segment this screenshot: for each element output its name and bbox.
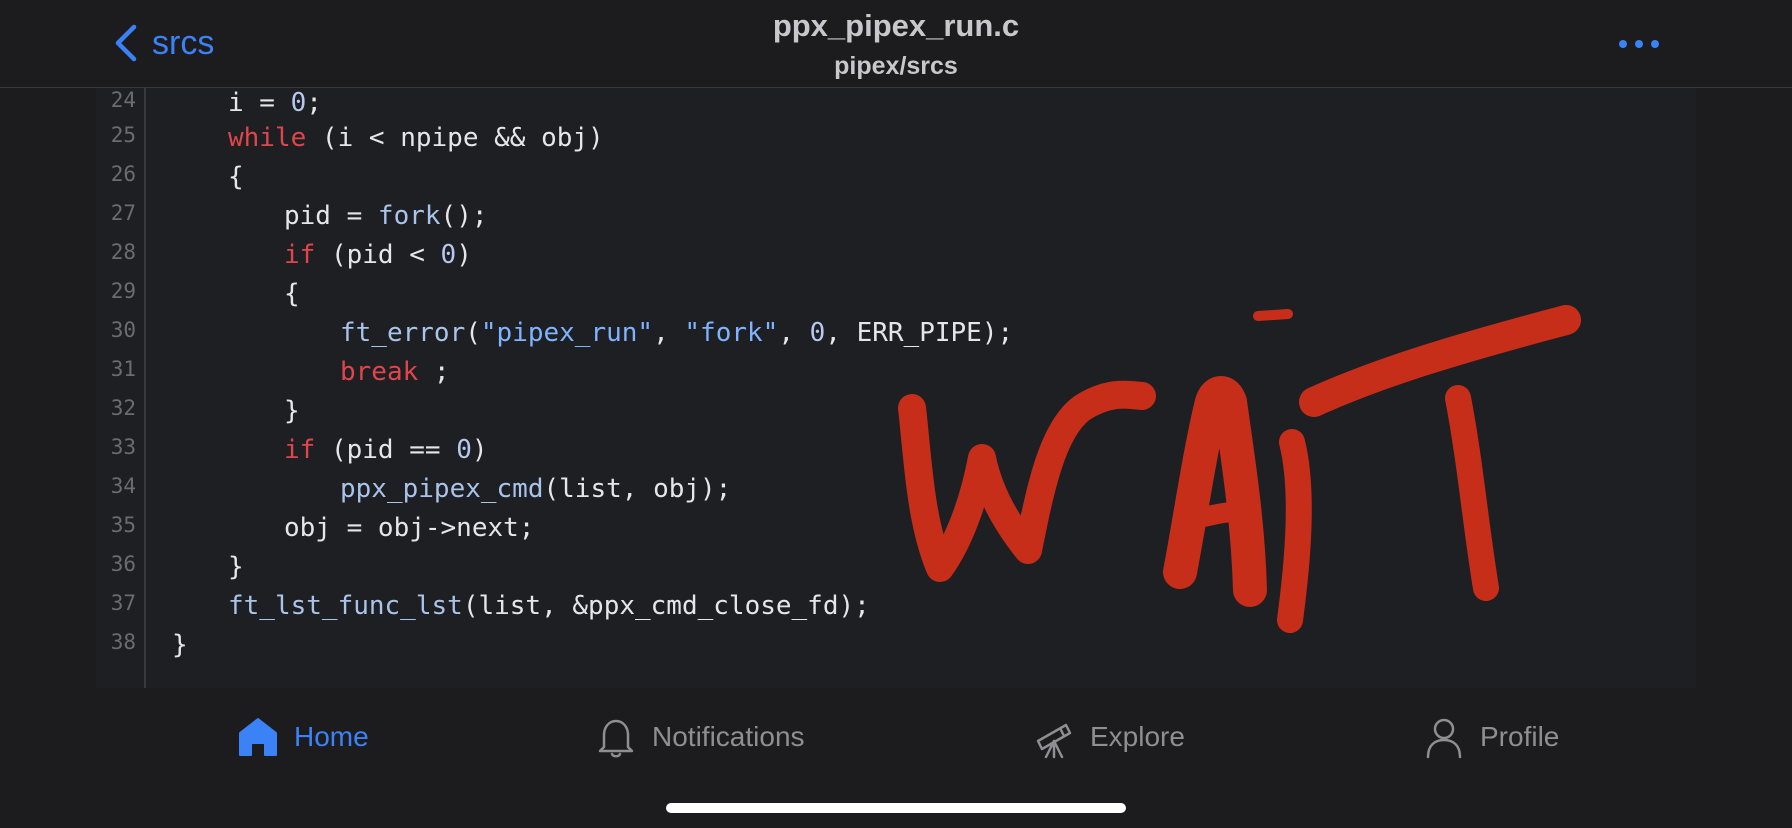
telescope-icon [1036,723,1072,759]
tab-profile[interactable]: Profile [1422,712,1559,762]
code-line: 28 if (pid < 0) [96,240,1696,279]
code-text: { [228,162,244,192]
line-number: 32 [110,396,136,420]
line-number: 24 [110,88,136,112]
code-text: { [284,279,300,309]
line-number: 31 [110,357,136,381]
code-line: 37 ft_lst_func_lst(list, &ppx_cmd_close_… [96,591,1696,630]
tab-notifications[interactable]: Notifications [594,712,805,762]
code-text: obj = obj->next; [284,513,535,543]
back-button-label: srcs [152,23,215,62]
line-number: 30 [110,318,136,342]
code-line: 33 if (pid == 0) [96,435,1696,474]
code-text: ft_lst_func_lst(list, &ppx_cmd_close_fd)… [228,591,870,621]
code-text: pid = fork(); [284,201,488,231]
chevron-left-icon [115,24,137,62]
code-line: 36 } [96,552,1696,591]
code-text: if (pid == 0) [284,435,488,465]
code-text: ppx_pipex_cmd(list, obj); [340,474,732,504]
file-path: pipex/srcs [834,52,958,80]
code-line: 25 while (i < npipe && obj) [96,123,1696,162]
code-line: 32 } [96,396,1696,435]
tab-bar: Home Notifications Explore Profile [0,688,1792,828]
line-number: 36 [110,552,136,576]
more-options-icon[interactable] [1615,32,1663,56]
line-number: 25 [110,123,136,147]
code-text: i = 0; [228,88,322,118]
code-line: 26 { [96,162,1696,201]
code-text: } [228,552,244,582]
tab-label: Notifications [652,721,805,752]
tab-label: Profile [1480,721,1560,752]
home-icon [239,718,277,756]
code-line: 31 break ; [96,357,1696,396]
tab-home[interactable]: Home [236,712,369,762]
line-number: 34 [110,474,136,498]
code-line: 38 } [96,630,1696,669]
tab-explore[interactable]: Explore [1032,712,1185,762]
code-line: 30 ft_error("pipex_run", "fork", 0, ERR_… [96,318,1696,357]
code-text: ft_error("pipex_run", "fork", 0, ERR_PIP… [340,318,1014,348]
code-text: } [284,396,300,426]
code-line: 24 i = 0; [96,88,1696,127]
person-icon [1426,718,1462,759]
line-number: 27 [110,201,136,225]
code-text: if (pid < 0) [284,240,472,270]
navigation-bar: srcs ppx_pipex_run.c pipex/srcs [0,0,1792,88]
line-number: 38 [110,630,136,654]
bell-icon [598,719,634,758]
home-indicator[interactable] [666,803,1126,813]
line-number: 35 [110,513,136,537]
code-line: 27 pid = fork(); [96,201,1696,240]
code-text: break ; [340,357,450,387]
code-viewer[interactable]: 24 i = 0; 25 while (i < npipe && obj) 26… [96,88,1696,688]
code-line: 29 { [96,279,1696,318]
code-line: 34 ppx_pipex_cmd(list, obj); [96,474,1696,513]
code-text: while (i < npipe && obj) [228,123,604,153]
code-text: } [172,630,188,660]
line-number: 37 [110,591,136,615]
code-line: 35 obj = obj->next; [96,513,1696,552]
line-number: 26 [110,162,136,186]
line-number: 29 [110,279,136,303]
tab-label: Explore [1090,721,1185,752]
tab-label: Home [294,721,369,752]
line-number: 33 [110,435,136,459]
line-number: 28 [110,240,136,264]
file-title: ppx_pipex_run.c [772,8,1020,43]
back-button[interactable]: srcs [110,20,214,66]
